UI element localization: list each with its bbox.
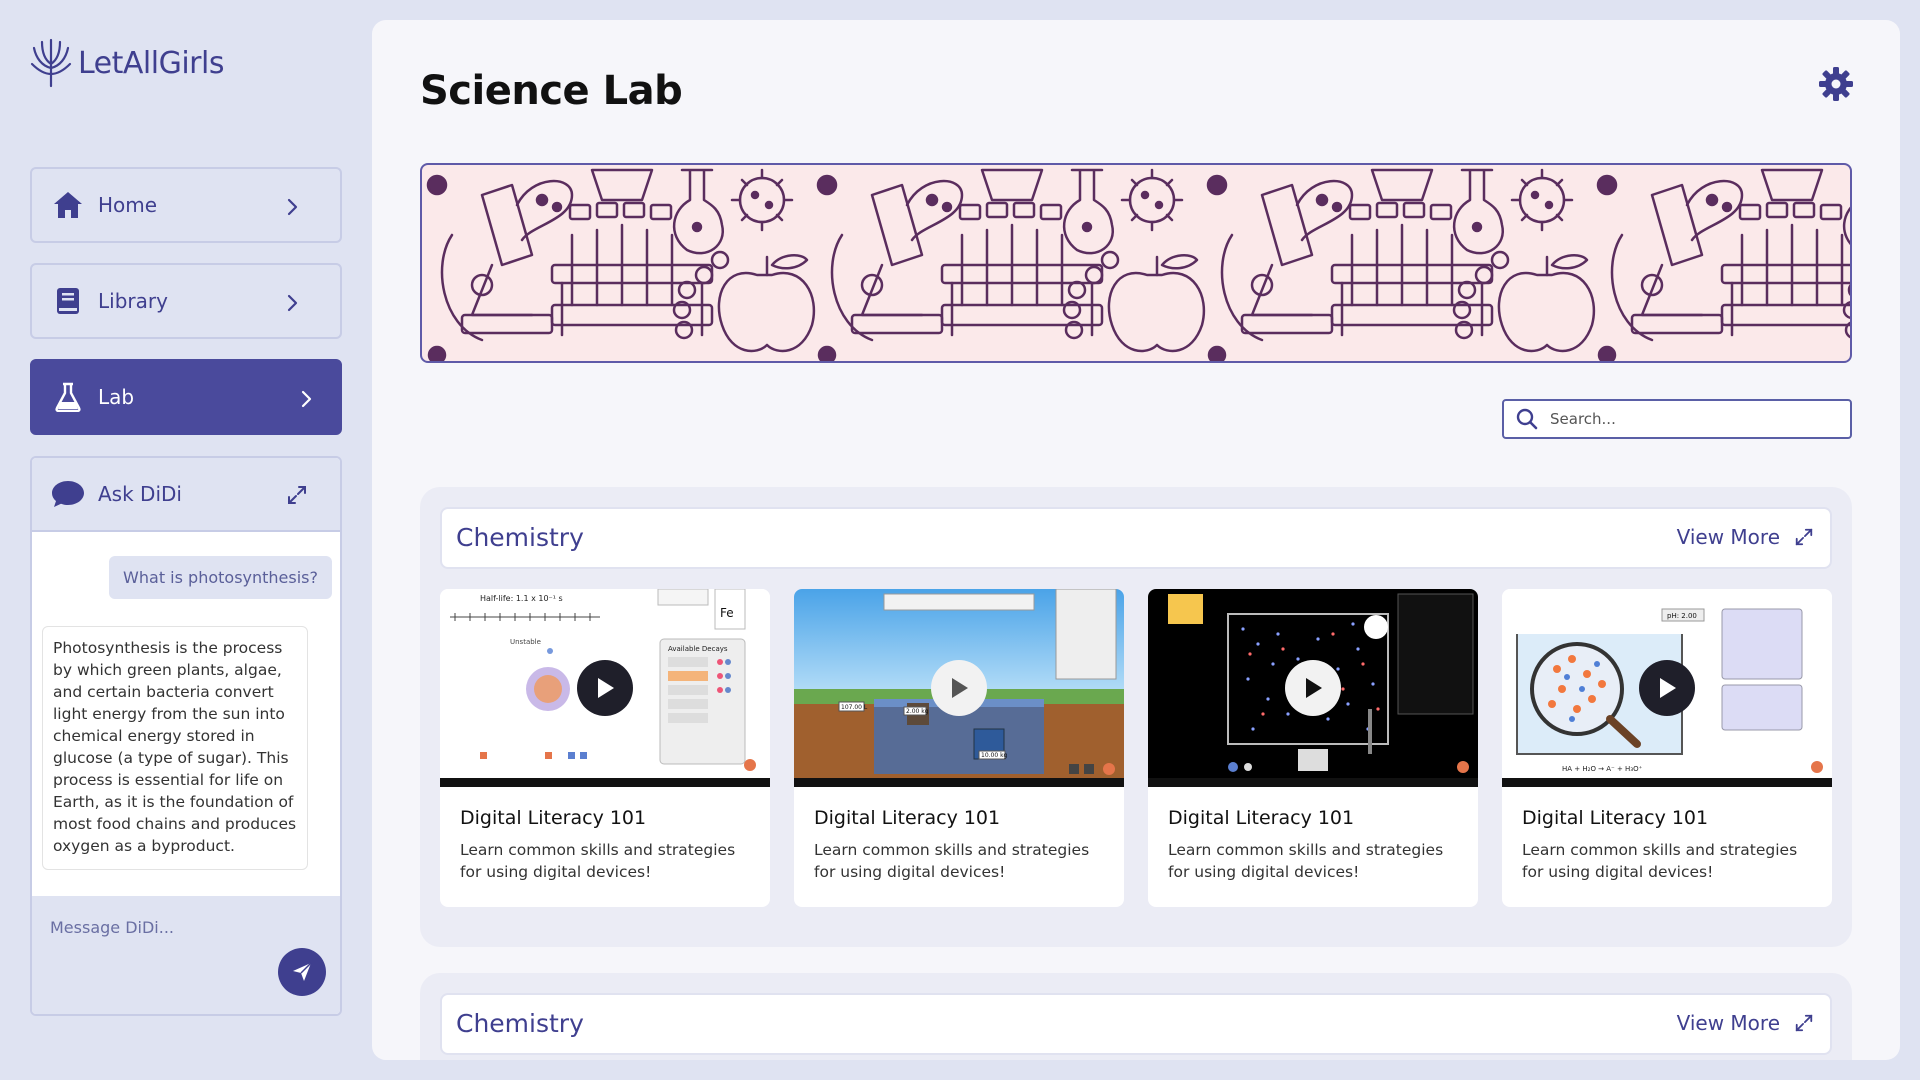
send-icon <box>293 962 312 981</box>
card-list: Half-life: 1.1 x 10⁻¹ s Unstable Fe Avai… <box>440 589 1832 907</box>
video-thumbnail[interactable]: Half-life: 1.1 x 10⁻¹ s Unstable Fe Avai… <box>440 589 770 787</box>
video-progress-bar[interactable] <box>1148 778 1478 787</box>
page-title: Science Lab <box>420 68 683 114</box>
course-card[interactable]: pH: 2.00 HA + H₂O → A⁻ + H₃O⁺ Digital Li… <box>1502 589 1832 907</box>
decays-title: Available Decays <box>668 645 728 653</box>
home-icon <box>52 189 84 221</box>
section-chemistry: Chemistry View More Half-life: 1.1 x 10⁻… <box>420 487 1852 947</box>
view-more-link[interactable]: View More <box>1677 525 1814 549</box>
mass-readout: 10.00 kg <box>981 752 1008 759</box>
play-button[interactable] <box>577 660 633 716</box>
search-box[interactable] <box>1502 399 1852 439</box>
card-title: Digital Literacy 101 <box>1522 807 1709 829</box>
video-progress-bar[interactable] <box>794 778 1124 787</box>
bot-message: Photosynthesis is the process by which g… <box>42 626 308 870</box>
card-description: Learn common skills and strategies for u… <box>460 841 736 881</box>
video-thumbnail[interactable]: 107.00 L 2.00 kg 10.00 kg <box>794 589 1124 787</box>
expand-icon <box>1795 528 1813 546</box>
chat-header[interactable]: Ask DiDi <box>32 458 340 532</box>
science-doodle-illustration <box>426 168 1850 361</box>
sidebar-item-label: Lab <box>98 385 135 409</box>
sidebar: LetAllGirls Home Library Lab Ask DiDi Wh… <box>30 0 342 1080</box>
course-card[interactable]: 107.00 L 2.00 kg 10.00 kg Digital Litera… <box>794 589 1124 907</box>
card-description: Learn common skills and strategies for u… <box>1522 841 1798 881</box>
search-icon <box>1516 408 1538 430</box>
chevron-right-icon <box>287 198 298 216</box>
video-thumbnail[interactable] <box>1148 589 1478 787</box>
play-icon <box>1306 678 1322 698</box>
gear-icon[interactable] <box>1818 66 1854 102</box>
section-title: Chemistry <box>456 1009 584 1038</box>
play-button[interactable] <box>1639 660 1695 716</box>
science-banner <box>420 163 1852 363</box>
message-input[interactable]: Message DiDi... <box>50 918 174 937</box>
reaction-equation: HA + H₂O → A⁻ + H₃O⁺ <box>1562 765 1643 773</box>
brand-logo[interactable]: LetAllGirls <box>30 38 224 88</box>
card-title: Digital Literacy 101 <box>460 807 647 829</box>
book-icon <box>52 285 84 317</box>
card-title: Digital Literacy 101 <box>814 807 1001 829</box>
play-icon <box>952 678 968 698</box>
video-thumbnail[interactable]: pH: 2.00 HA + H₂O → A⁻ + H₃O⁺ <box>1502 589 1832 787</box>
view-more-link[interactable]: View More <box>1677 1011 1814 1035</box>
expand-icon <box>1795 1014 1813 1032</box>
sidebar-item-home[interactable]: Home <box>30 167 342 243</box>
section-chemistry: Chemistry View More <box>420 973 1852 1060</box>
section-header: Chemistry View More <box>440 507 1832 569</box>
sidebar-item-lab[interactable]: Lab <box>30 359 342 435</box>
send-button[interactable] <box>278 948 326 996</box>
chat-bubble-icon <box>52 481 84 507</box>
section-title: Chemistry <box>456 523 584 552</box>
expand-icon[interactable] <box>286 484 308 506</box>
chevron-right-icon <box>301 390 312 408</box>
card-title: Digital Literacy 101 <box>1168 807 1355 829</box>
chat-panel: Ask DiDi What is photosynthesis? Photosy… <box>30 456 342 1016</box>
play-button[interactable] <box>1285 660 1341 716</box>
play-button[interactable] <box>931 660 987 716</box>
video-progress-bar[interactable] <box>1502 778 1832 787</box>
chevron-right-icon <box>287 294 298 312</box>
search-input[interactable] <box>1550 410 1830 428</box>
ph-readout: pH: 2.00 <box>1667 612 1697 620</box>
mass-readout: 2.00 kg <box>906 708 929 715</box>
video-progress-bar[interactable] <box>440 778 770 787</box>
element-symbol: Fe <box>720 606 734 620</box>
main-content: Science Lab Search... Chemistry View Mor… <box>372 20 1900 1060</box>
course-card[interactable]: Half-life: 1.1 x 10⁻¹ s Unstable Fe Avai… <box>440 589 770 907</box>
svg-text:Unstable: Unstable <box>510 638 541 646</box>
play-icon <box>1660 678 1676 698</box>
logo-icon <box>30 38 72 88</box>
sidebar-item-label: Library <box>98 289 168 313</box>
chat-title: Ask DiDi <box>98 482 182 506</box>
brand-name: LetAllGirls <box>78 45 224 81</box>
sidebar-item-library[interactable]: Library <box>30 263 342 339</box>
volume-readout: 107.00 L <box>841 704 868 711</box>
card-description: Learn common skills and strategies for u… <box>814 841 1090 881</box>
half-life-label: Half-life: 1.1 x 10⁻¹ s <box>480 594 563 603</box>
play-icon <box>598 678 614 698</box>
user-message: What is photosynthesis? <box>109 556 332 599</box>
view-more-label: View More <box>1676 1011 1780 1035</box>
sidebar-item-label: Home <box>98 193 158 217</box>
course-card[interactable]: Digital Literacy 101 Learn common skills… <box>1148 589 1478 907</box>
chat-input-area[interactable]: Message DiDi... <box>32 896 340 1014</box>
card-description: Learn common skills and strategies for u… <box>1168 841 1444 881</box>
view-more-label: View More <box>1676 525 1780 549</box>
flask-icon <box>52 381 84 413</box>
section-header: Chemistry View More <box>440 993 1832 1055</box>
